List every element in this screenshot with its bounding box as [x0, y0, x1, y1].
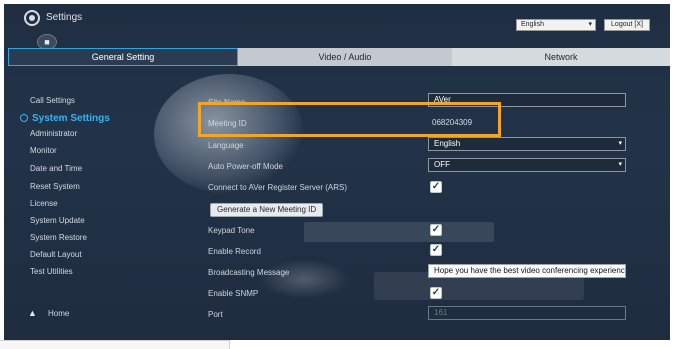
keypad-tone-label: Keypad Tone [208, 226, 255, 235]
language-label: Language [208, 141, 244, 150]
gear-icon [24, 10, 40, 26]
home-link[interactable]: Home [48, 309, 69, 318]
language-select[interactable]: English ▾ [428, 137, 626, 151]
enable-snmp-checkbox[interactable]: ✓ [430, 287, 442, 299]
home-icon[interactable]: ▲ [28, 308, 37, 318]
enable-snmp-label: Enable SNMP [208, 289, 259, 298]
sidebar-item-system-settings[interactable]: System Settings [20, 113, 110, 124]
tab-video-audio[interactable]: Video / Audio [238, 48, 452, 66]
port-label: Port [208, 310, 223, 319]
annotation-highlight-box [198, 102, 501, 137]
chevron-down-icon: ▾ [588, 21, 592, 28]
ars-checkbox[interactable]: ✓ [430, 181, 442, 193]
broadcasting-message-input[interactable]: Hope you have the best video conferencin… [428, 264, 626, 278]
sidebar-item-license[interactable]: License [30, 199, 58, 208]
chevron-down-icon: ▾ [618, 161, 622, 168]
auto-power-off-label: Auto Power-off Mode [208, 162, 284, 171]
port-input: 161 [428, 306, 626, 320]
keypad-tone-checkbox[interactable]: ✓ [430, 224, 442, 236]
sidebar-item-system-restore[interactable]: System Restore [30, 233, 87, 242]
sidebar-item-monitor[interactable]: Monitor [30, 146, 57, 155]
sidebar-item-label: System Settings [32, 113, 110, 124]
broadcasting-message-label: Broadcasting Message [208, 268, 290, 277]
sidebar-item-test-utilities[interactable]: Test Utilities [30, 267, 73, 276]
sidebar-item-reset-system[interactable]: Reset System [30, 182, 80, 191]
sidebar-item-date-and-time[interactable]: Date and Time [30, 164, 82, 173]
header-language-value: English [521, 21, 544, 28]
sidebar: Call Settings System Settings Administra… [4, 94, 184, 334]
header-language-select[interactable]: English ▾ [516, 19, 596, 31]
tab-network[interactable]: Network [452, 48, 670, 66]
background-microphone-image [259, 259, 349, 299]
enable-record-checkbox[interactable]: ✓ [430, 244, 442, 256]
tab-general-setting[interactable]: General Setting [8, 48, 238, 66]
app-title: Settings [46, 12, 83, 23]
ars-label: Connect to AVer Register Server (ARS) [208, 183, 348, 192]
background-device-image [304, 222, 494, 242]
settings-window: Settings ■ General Setting Video / Audio… [4, 4, 670, 340]
tab-bar: General Setting Video / Audio Network [8, 48, 670, 66]
browser-status-bar [0, 340, 230, 349]
chevron-down-icon: ▾ [618, 140, 622, 147]
sidebar-item-call-settings[interactable]: Call Settings [30, 96, 75, 105]
language-select-value: English [434, 139, 461, 148]
logout-button[interactable]: Logout [X] [604, 19, 650, 31]
auto-power-off-value: OFF [434, 160, 450, 169]
generate-meeting-id-button[interactable]: Generate a New Meeting ID [210, 203, 324, 217]
enable-record-label: Enable Record [208, 247, 261, 256]
sidebar-item-default-layout[interactable]: Default Layout [30, 250, 82, 259]
sidebar-item-system-update[interactable]: System Update [30, 216, 85, 225]
radio-indicator-icon [20, 114, 28, 123]
sidebar-item-administrator[interactable]: Administrator [30, 129, 77, 138]
auto-power-off-select[interactable]: OFF ▾ [428, 158, 626, 172]
